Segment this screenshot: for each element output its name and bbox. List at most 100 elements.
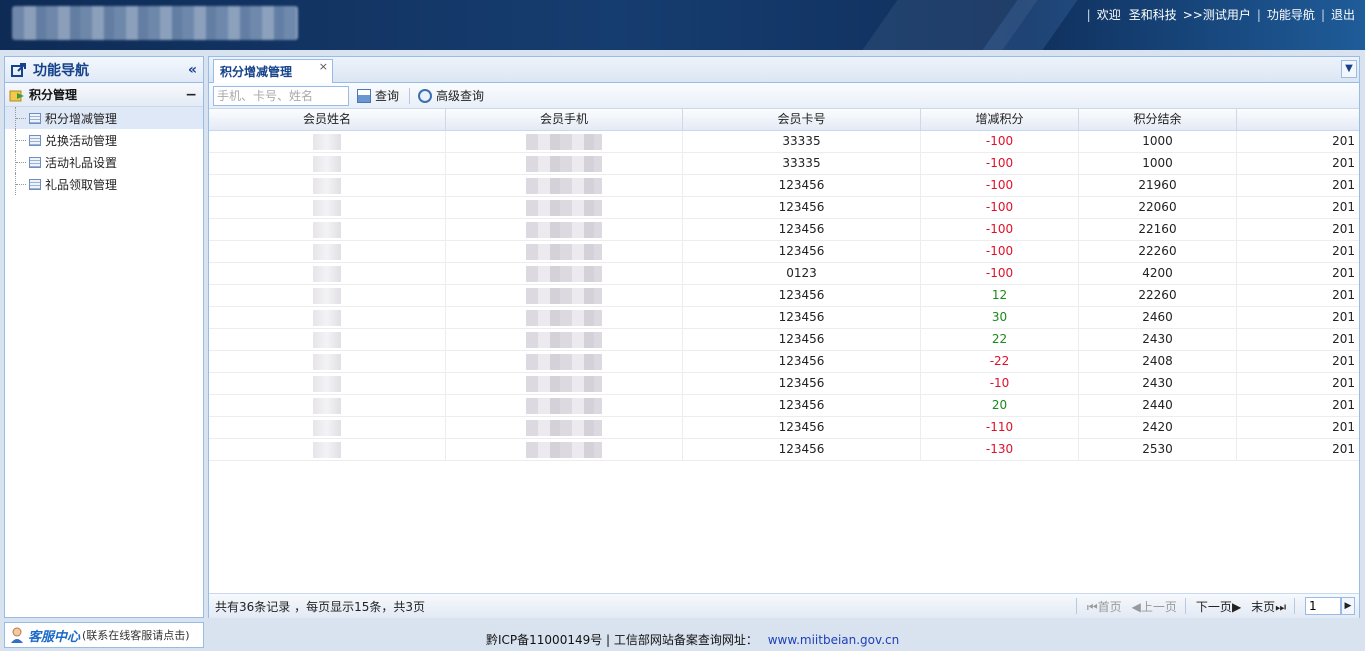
- nav-group-points[interactable]: 积分管理 −: [5, 83, 203, 107]
- table-row[interactable]: 33335 -100 1000 201: [209, 131, 1359, 153]
- redacted-phone: [526, 354, 602, 370]
- redacted-phone: [526, 156, 602, 172]
- advanced-query-button[interactable]: 高级查询: [418, 87, 484, 104]
- table-row[interactable]: 123456 20 2440 201: [209, 395, 1359, 417]
- table-row[interactable]: 123456 12 22260 201: [209, 285, 1359, 307]
- cell-date: 201: [1332, 310, 1355, 324]
- collapse-group-button[interactable]: −: [185, 87, 197, 103]
- cell-delta: -100: [921, 197, 1079, 218]
- sidebar-item-gift-settings[interactable]: 活动礼品设置: [5, 151, 203, 173]
- column-header-card[interactable]: 会员卡号: [683, 109, 921, 130]
- search-input[interactable]: [213, 85, 349, 106]
- cell-balance: 4200: [1079, 263, 1237, 284]
- cell-card: 123456: [683, 417, 921, 438]
- sidebar-header: 功能导航 «: [5, 57, 203, 83]
- cell-phone: [446, 329, 683, 350]
- tab-menu-button[interactable]: ▼: [1341, 60, 1357, 78]
- cell-name: [209, 153, 446, 174]
- sidebar-item-gift-claim[interactable]: 礼品领取管理: [5, 173, 203, 195]
- next-icon: ▶: [1231, 599, 1242, 614]
- chevron-down-icon: ▼: [1345, 63, 1353, 74]
- table-row[interactable]: 33335 -100 1000 201: [209, 153, 1359, 175]
- prev-icon: ◀: [1131, 599, 1141, 614]
- header-bar: | 欢迎 圣和科技 >>测试用户 | 功能导航 | 退出: [0, 0, 1365, 50]
- close-tab-icon[interactable]: ×: [319, 60, 328, 73]
- miit-link[interactable]: www.miitbeian.gov.cn: [768, 633, 899, 647]
- table-row[interactable]: 0123 -100 4200 201: [209, 263, 1359, 285]
- welcome-text: 欢迎: [1096, 8, 1121, 22]
- table-row[interactable]: 123456 -100 22060 201: [209, 197, 1359, 219]
- sidebar-item-exchange-activity[interactable]: 兑换活动管理: [5, 129, 203, 151]
- table-row[interactable]: 123456 -100 22260 201: [209, 241, 1359, 263]
- next-page-button[interactable]: 下一页▶: [1196, 598, 1241, 615]
- collapse-sidebar-button[interactable]: «: [188, 62, 197, 78]
- redacted-phone: [526, 134, 602, 150]
- column-header-phone[interactable]: 会员手机: [446, 109, 683, 130]
- column-header-delta[interactable]: 增减积分: [921, 109, 1079, 130]
- cell-balance: 2440: [1079, 395, 1237, 416]
- cell-balance: 22060: [1079, 197, 1237, 218]
- nav-link[interactable]: 功能导航: [1267, 6, 1315, 23]
- sidebar-title: 功能导航: [33, 62, 89, 79]
- cell-name: [209, 307, 446, 328]
- cell-name: [209, 219, 446, 240]
- cell-delta: -130: [921, 439, 1079, 460]
- cell-delta: -110: [921, 417, 1079, 438]
- redacted-name: [313, 266, 341, 282]
- column-header-name[interactable]: 会员姓名: [209, 109, 446, 130]
- query-button[interactable]: 查询: [357, 87, 399, 104]
- cell-delta: 20: [921, 395, 1079, 416]
- sidebar-item-points-adjust[interactable]: 积分增减管理: [5, 107, 203, 129]
- customer-service-button[interactable]: 客服中心 (联系在线客服请点击): [4, 622, 204, 648]
- pagination-nav: ⏮首页 ◀上一页 下一页▶ 末页⏭ ▶: [1068, 597, 1359, 615]
- nav-group-label: 积分管理: [29, 88, 78, 102]
- cell-card: 123456: [683, 241, 921, 262]
- tab-bar: 积分增减管理 × ▼: [209, 57, 1359, 83]
- cell-balance: 22260: [1079, 285, 1237, 306]
- cell-delta: 12: [921, 285, 1079, 306]
- last-page-button[interactable]: 末页⏭: [1251, 598, 1286, 615]
- current-user: >>测试用户: [1182, 8, 1251, 22]
- redacted-phone: [526, 398, 602, 414]
- first-page-icon: ⏮: [1086, 599, 1098, 614]
- column-header-date[interactable]: [1237, 109, 1359, 130]
- table-row[interactable]: 123456 -110 2420 201: [209, 417, 1359, 439]
- table-row[interactable]: 123456 -100 21960 201: [209, 175, 1359, 197]
- last-page-icon: ⏭: [1275, 599, 1286, 614]
- cell-name: [209, 263, 446, 284]
- cell-balance: 2430: [1079, 329, 1237, 350]
- cell-balance: 1000: [1079, 131, 1237, 152]
- first-page-button[interactable]: ⏮首页: [1087, 598, 1122, 615]
- table-row[interactable]: 123456 -100 22160 201: [209, 219, 1359, 241]
- sidebar: 功能导航 « 积分管理 − 积分增减管理 兑换活动管理 活动礼品设置 礼品领取管…: [4, 56, 204, 618]
- cell-date: 201: [1332, 398, 1355, 412]
- sidebar-item-label: 礼品领取管理: [45, 177, 118, 192]
- page-number-input[interactable]: [1305, 597, 1341, 615]
- column-header-balance[interactable]: 积分结余: [1079, 109, 1237, 130]
- cell-name: [209, 131, 446, 152]
- cell-name: [209, 395, 446, 416]
- cell-date: 201: [1332, 376, 1355, 390]
- cell-date: 201: [1332, 222, 1355, 236]
- table-row[interactable]: 123456 -22 2408 201: [209, 351, 1359, 373]
- cell-card: 123456: [683, 175, 921, 196]
- cell-phone: [446, 395, 683, 416]
- cell-balance: 2430: [1079, 373, 1237, 394]
- redacted-phone: [526, 178, 602, 194]
- cell-card: 123456: [683, 197, 921, 218]
- tab-points-adjust[interactable]: 积分增减管理 ×: [213, 59, 333, 83]
- cell-name: [209, 175, 446, 196]
- external-link-icon: [11, 62, 26, 77]
- prev-page-button[interactable]: ◀上一页: [1132, 598, 1177, 615]
- cell-phone: [446, 439, 683, 460]
- redacted-name: [313, 134, 341, 150]
- redacted-phone: [526, 288, 602, 304]
- table-row[interactable]: 123456 22 2430 201: [209, 329, 1359, 351]
- logout-link[interactable]: 退出: [1331, 6, 1355, 23]
- redacted-name: [313, 354, 341, 370]
- go-page-button[interactable]: ▶: [1341, 597, 1355, 615]
- table-row[interactable]: 123456 -10 2430 201: [209, 373, 1359, 395]
- table-row[interactable]: 123456 -130 2530 201: [209, 439, 1359, 461]
- cell-date: 201: [1332, 288, 1355, 302]
- table-row[interactable]: 123456 30 2460 201: [209, 307, 1359, 329]
